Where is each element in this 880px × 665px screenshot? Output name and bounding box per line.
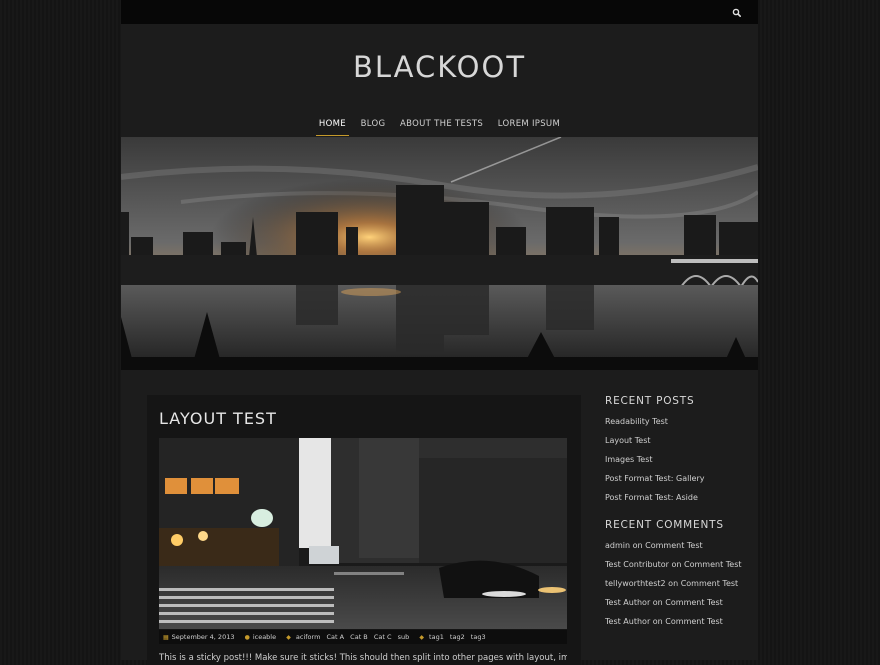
comment-author-link[interactable]: Test Author <box>605 598 650 607</box>
list-item: Post Format Test: Aside <box>605 492 745 503</box>
post-title[interactable]: LAYOUT TEST <box>159 409 277 428</box>
category-link[interactable]: sub <box>398 633 410 641</box>
comment-sep: on <box>652 617 663 626</box>
post-card: LAYOUT TEST ▦ September 4, 2013 ● iceabl… <box>147 395 581 665</box>
category-link[interactable]: Cat A <box>327 633 345 641</box>
content-area: LAYOUT TEST ▦ September 4, 2013 ● iceabl… <box>121 370 758 665</box>
sidebar: RECENT POSTS Readability Test Layout Tes… <box>605 395 745 635</box>
street-scene-image <box>159 438 567 629</box>
recent-post-link[interactable]: Post Format Test: Aside <box>605 493 698 502</box>
list-item: Images Test <box>605 454 745 465</box>
recent-post-link[interactable]: Readability Test <box>605 417 668 426</box>
city-skyline-image <box>121 137 758 370</box>
comment-author-link[interactable]: Test Contributor <box>605 560 669 569</box>
comment-post-link[interactable]: Comment Test <box>665 598 723 607</box>
page-wrapper: BLACKOOT HOME BLOG ABOUT THE TESTS LOREM… <box>121 0 758 665</box>
post-date[interactable]: September 4, 2013 <box>172 633 235 641</box>
nav-item-about-the-tests[interactable]: ABOUT THE TESTS <box>397 117 486 135</box>
list-item: Post Format Test: Gallery <box>605 473 745 484</box>
main-nav: HOME BLOG ABOUT THE TESTS LOREM IPSUM <box>121 117 758 136</box>
comment-post-link[interactable]: Comment Test <box>684 560 742 569</box>
comment-post-link[interactable]: Comment Test <box>645 541 703 550</box>
category-link[interactable]: Cat B <box>350 633 368 641</box>
list-item: Test Author on Comment Test <box>605 616 745 627</box>
site-title[interactable]: BLACKOOT <box>121 50 758 84</box>
list-item: Test Author on Comment Test <box>605 597 745 608</box>
comment-post-link[interactable]: Comment Test <box>681 579 739 588</box>
comment-author-link[interactable]: tellyworthtest2 <box>605 579 666 588</box>
site-header: BLACKOOT HOME BLOG ABOUT THE TESTS LOREM… <box>121 24 758 137</box>
comment-author-link[interactable]: admin <box>605 541 630 550</box>
comment-sep: on <box>671 560 682 569</box>
category-link[interactable]: aciform <box>296 633 321 641</box>
nav-item-blog[interactable]: BLOG <box>358 117 389 135</box>
widget-title: RECENT COMMENTS <box>605 519 724 531</box>
post-excerpt: This is a sticky post!!! Make sure it st… <box>159 653 567 663</box>
list-item: Readability Test <box>605 416 745 427</box>
recent-posts-widget: RECENT POSTS Readability Test Layout Tes… <box>605 395 745 503</box>
recent-post-link[interactable]: Post Format Test: Gallery <box>605 474 705 483</box>
comment-sep: on <box>632 541 643 550</box>
user-icon: ● <box>244 634 250 641</box>
list-item: tellyworthtest2 on Comment Test <box>605 578 745 589</box>
search-button[interactable] <box>730 5 744 19</box>
search-icon <box>732 8 741 17</box>
list-item: Test Contributor on Comment Test <box>605 559 745 570</box>
list-item: admin on Comment Test <box>605 540 745 551</box>
post-meta: ▦ September 4, 2013 ● iceable ◆ aciform Ca… <box>159 630 567 644</box>
header-image <box>121 137 758 370</box>
list-item: Layout Test <box>605 435 745 446</box>
nav-item-lorem-ipsum[interactable]: LOREM IPSUM <box>495 117 563 135</box>
top-bar <box>121 0 758 24</box>
tag-link[interactable]: tag2 <box>450 633 465 641</box>
tags-icon: ◆ <box>419 634 424 641</box>
tag-icon: ◆ <box>286 634 291 641</box>
nav-item-home[interactable]: HOME <box>315 117 349 136</box>
post-author[interactable]: iceable <box>253 633 276 641</box>
comment-sep: on <box>668 579 679 588</box>
recent-post-link[interactable]: Images Test <box>605 455 653 464</box>
post-featured-image[interactable] <box>159 438 567 629</box>
comment-sep: on <box>652 598 663 607</box>
comment-author-link[interactable]: Test Author <box>605 617 650 626</box>
category-link[interactable]: Cat C <box>374 633 392 641</box>
recent-post-link[interactable]: Layout Test <box>605 436 651 445</box>
widget-title: RECENT POSTS <box>605 395 695 407</box>
calendar-icon: ▦ <box>163 634 169 641</box>
tag-link[interactable]: tag1 <box>429 633 444 641</box>
tag-link[interactable]: tag3 <box>471 633 486 641</box>
comment-post-link[interactable]: Comment Test <box>665 617 723 626</box>
recent-comments-widget: RECENT COMMENTS admin on Comment Test Te… <box>605 519 745 627</box>
